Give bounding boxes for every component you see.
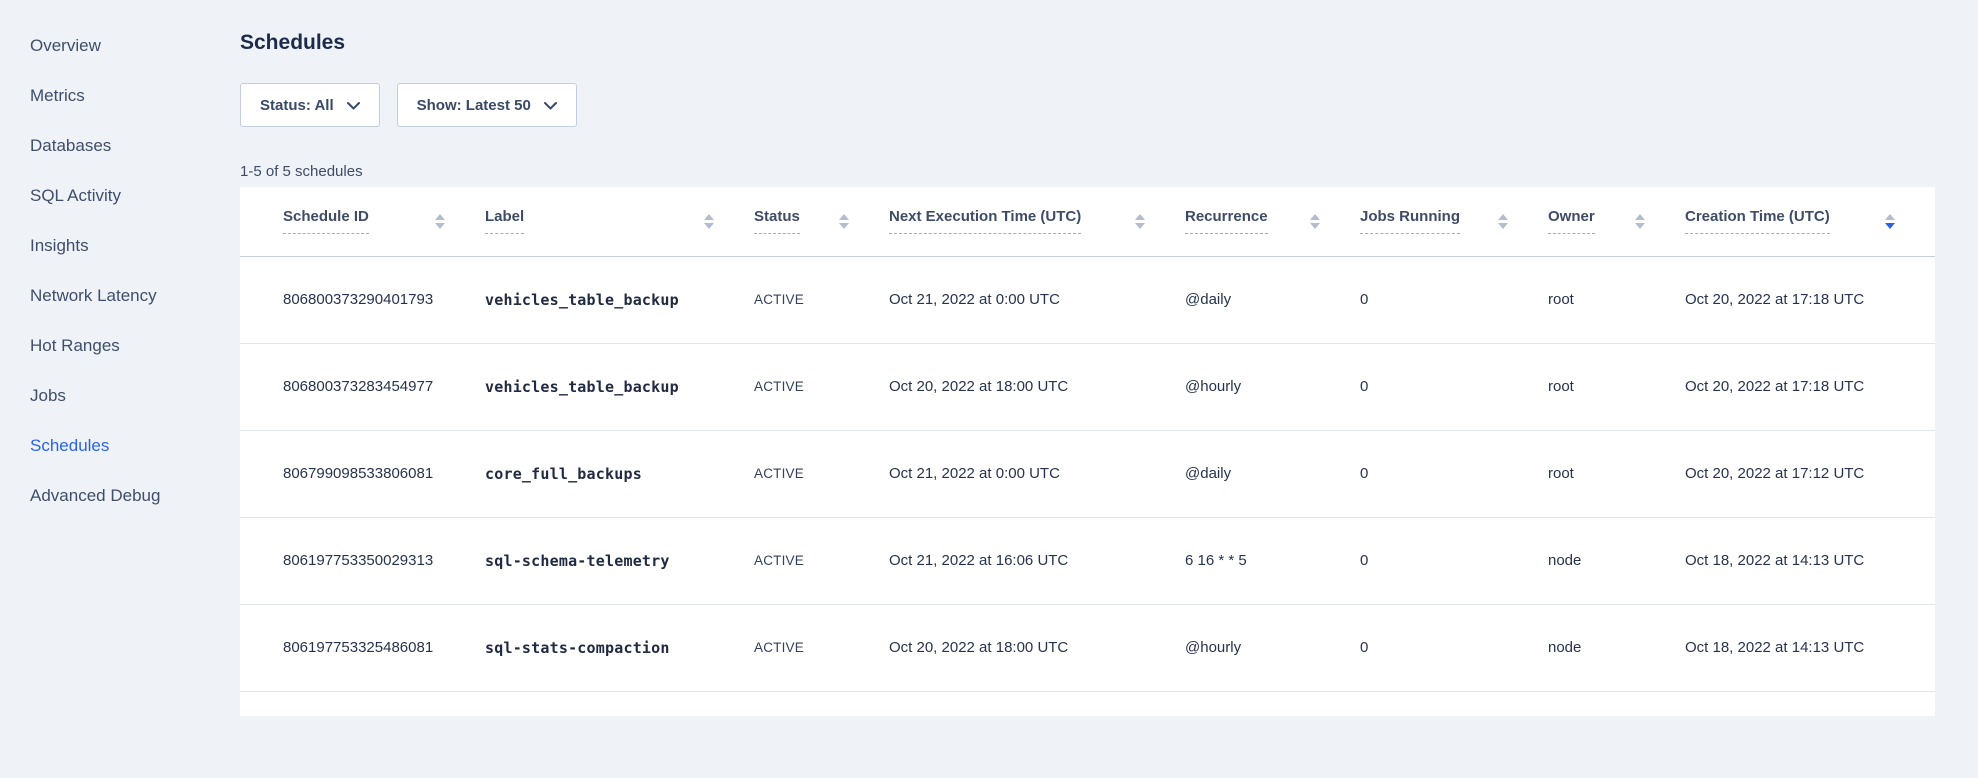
label-cell: vehicles_table_backup <box>485 343 754 430</box>
created-cell: Oct 18, 2022 at 14:13 UTC <box>1685 604 1935 691</box>
sidebar-nav: OverviewMetricsDatabasesSQL ActivityInsi… <box>0 0 240 778</box>
sidebar-item-insights[interactable]: Insights <box>30 221 240 271</box>
jobs-cell: 0 <box>1360 343 1548 430</box>
next-exec-cell: Oct 20, 2022 at 18:00 UTC <box>889 343 1185 430</box>
jobs-cell: 0 <box>1360 256 1548 343</box>
page-title: Schedules <box>240 33 1935 53</box>
schedules-table: Schedule ID Label Status Next Execution Tim… <box>240 187 1935 692</box>
label-cell: vehicles_table_backup <box>485 256 754 343</box>
column-header-next-execution-time-utc[interactable]: Next Execution Time (UTC) <box>889 187 1185 256</box>
show-filter-label: Show: Latest 50 <box>417 97 531 114</box>
recurrence-cell: @daily <box>1185 256 1360 343</box>
next-exec-cell: Oct 20, 2022 at 18:00 UTC <box>889 604 1185 691</box>
sidebar-item-databases[interactable]: Databases <box>30 121 240 171</box>
chevron-down-icon <box>544 102 557 110</box>
next-exec-cell: Oct 21, 2022 at 16:06 UTC <box>889 517 1185 604</box>
table-row: 806799098533806081core_full_backupsACTIV… <box>240 430 1935 517</box>
label-cell: core_full_backups <box>485 430 754 517</box>
owner-cell: node <box>1548 604 1685 691</box>
status-filter-label: Status: All <box>260 97 334 114</box>
status-cell: ACTIVE <box>754 604 889 691</box>
app-root: OverviewMetricsDatabasesSQL ActivityInsi… <box>0 0 1978 778</box>
id-cell: 806799098533806081 <box>240 430 485 517</box>
next-exec-cell: Oct 21, 2022 at 0:00 UTC <box>889 430 1185 517</box>
sort-arrows-icon <box>839 214 849 229</box>
show-filter-dropdown[interactable]: Show: Latest 50 <box>397 83 577 127</box>
created-cell: Oct 18, 2022 at 14:13 UTC <box>1685 517 1935 604</box>
id-cell: 806197753325486081 <box>240 604 485 691</box>
jobs-cell: 0 <box>1360 604 1548 691</box>
column-header-recurrence[interactable]: Recurrence <box>1185 187 1360 256</box>
jobs-cell: 0 <box>1360 430 1548 517</box>
created-cell: Oct 20, 2022 at 17:12 UTC <box>1685 430 1935 517</box>
created-cell: Oct 20, 2022 at 17:18 UTC <box>1685 256 1935 343</box>
column-label: Owner <box>1548 208 1595 234</box>
column-header-status[interactable]: Status <box>754 187 889 256</box>
recurrence-cell: @hourly <box>1185 604 1360 691</box>
column-label: Schedule ID <box>283 208 369 234</box>
table-body: 806800373290401793vehicles_table_backupA… <box>240 256 1935 691</box>
schedules-table-card: Schedule ID Label Status Next Execution Tim… <box>240 187 1935 716</box>
sort-arrows-icon <box>1310 214 1320 229</box>
created-cell: Oct 20, 2022 at 17:18 UTC <box>1685 343 1935 430</box>
results-count: 1-5 of 5 schedules <box>240 164 1935 179</box>
sort-arrows-icon <box>1885 214 1895 229</box>
table-row: 806197753350029313sql-schema-telemetryAC… <box>240 517 1935 604</box>
status-cell: ACTIVE <box>754 256 889 343</box>
recurrence-cell: @hourly <box>1185 343 1360 430</box>
next-exec-cell: Oct 21, 2022 at 0:00 UTC <box>889 256 1185 343</box>
recurrence-cell: @daily <box>1185 430 1360 517</box>
chevron-down-icon <box>347 102 360 110</box>
column-label: Status <box>754 208 800 234</box>
sort-arrows-icon <box>1498 214 1508 229</box>
filter-bar: Status: All Show: Latest 50 <box>240 83 1935 127</box>
column-header-jobs-running[interactable]: Jobs Running <box>1360 187 1548 256</box>
sidebar-item-metrics[interactable]: Metrics <box>30 71 240 121</box>
owner-cell: node <box>1548 517 1685 604</box>
owner-cell: root <box>1548 256 1685 343</box>
status-cell: ACTIVE <box>754 430 889 517</box>
column-label: Jobs Running <box>1360 208 1460 234</box>
sidebar-item-schedules[interactable]: Schedules <box>30 421 240 471</box>
status-cell: ACTIVE <box>754 343 889 430</box>
sidebar-item-advanced-debug[interactable]: Advanced Debug <box>30 471 240 521</box>
owner-cell: root <box>1548 343 1685 430</box>
jobs-cell: 0 <box>1360 517 1548 604</box>
id-cell: 806800373290401793 <box>240 256 485 343</box>
id-cell: 806800373283454977 <box>240 343 485 430</box>
owner-cell: root <box>1548 430 1685 517</box>
table-row: 806800373283454977vehicles_table_backupA… <box>240 343 1935 430</box>
sort-arrows-icon <box>1635 214 1645 229</box>
sidebar-item-sql-activity[interactable]: SQL Activity <box>30 171 240 221</box>
table-header-row: Schedule ID Label Status Next Execution Tim… <box>240 187 1935 256</box>
sidebar-item-jobs[interactable]: Jobs <box>30 371 240 421</box>
column-header-creation-time-utc[interactable]: Creation Time (UTC) <box>1685 187 1935 256</box>
label-cell: sql-stats-compaction <box>485 604 754 691</box>
column-header-schedule-id[interactable]: Schedule ID <box>240 187 485 256</box>
column-header-label[interactable]: Label <box>485 187 754 256</box>
label-cell: sql-schema-telemetry <box>485 517 754 604</box>
status-cell: ACTIVE <box>754 517 889 604</box>
column-label: Next Execution Time (UTC) <box>889 208 1081 234</box>
sort-arrows-icon <box>435 214 445 229</box>
sort-arrows-icon <box>1135 214 1145 229</box>
sidebar-item-hot-ranges[interactable]: Hot Ranges <box>30 321 240 371</box>
column-label: Label <box>485 208 524 234</box>
column-label: Creation Time (UTC) <box>1685 208 1830 234</box>
sidebar-item-overview[interactable]: Overview <box>30 21 240 71</box>
table-row: 806800373290401793vehicles_table_backupA… <box>240 256 1935 343</box>
column-label: Recurrence <box>1185 208 1268 234</box>
column-header-owner[interactable]: Owner <box>1548 187 1685 256</box>
sidebar-item-network-latency[interactable]: Network Latency <box>30 271 240 321</box>
main-content: Schedules Status: All Show: Latest 50 1-… <box>240 0 1978 778</box>
recurrence-cell: 6 16 * * 5 <box>1185 517 1360 604</box>
table-row: 806197753325486081sql-stats-compactionAC… <box>240 604 1935 691</box>
id-cell: 806197753350029313 <box>240 517 485 604</box>
sort-arrows-icon <box>704 214 714 229</box>
status-filter-dropdown[interactable]: Status: All <box>240 83 380 127</box>
